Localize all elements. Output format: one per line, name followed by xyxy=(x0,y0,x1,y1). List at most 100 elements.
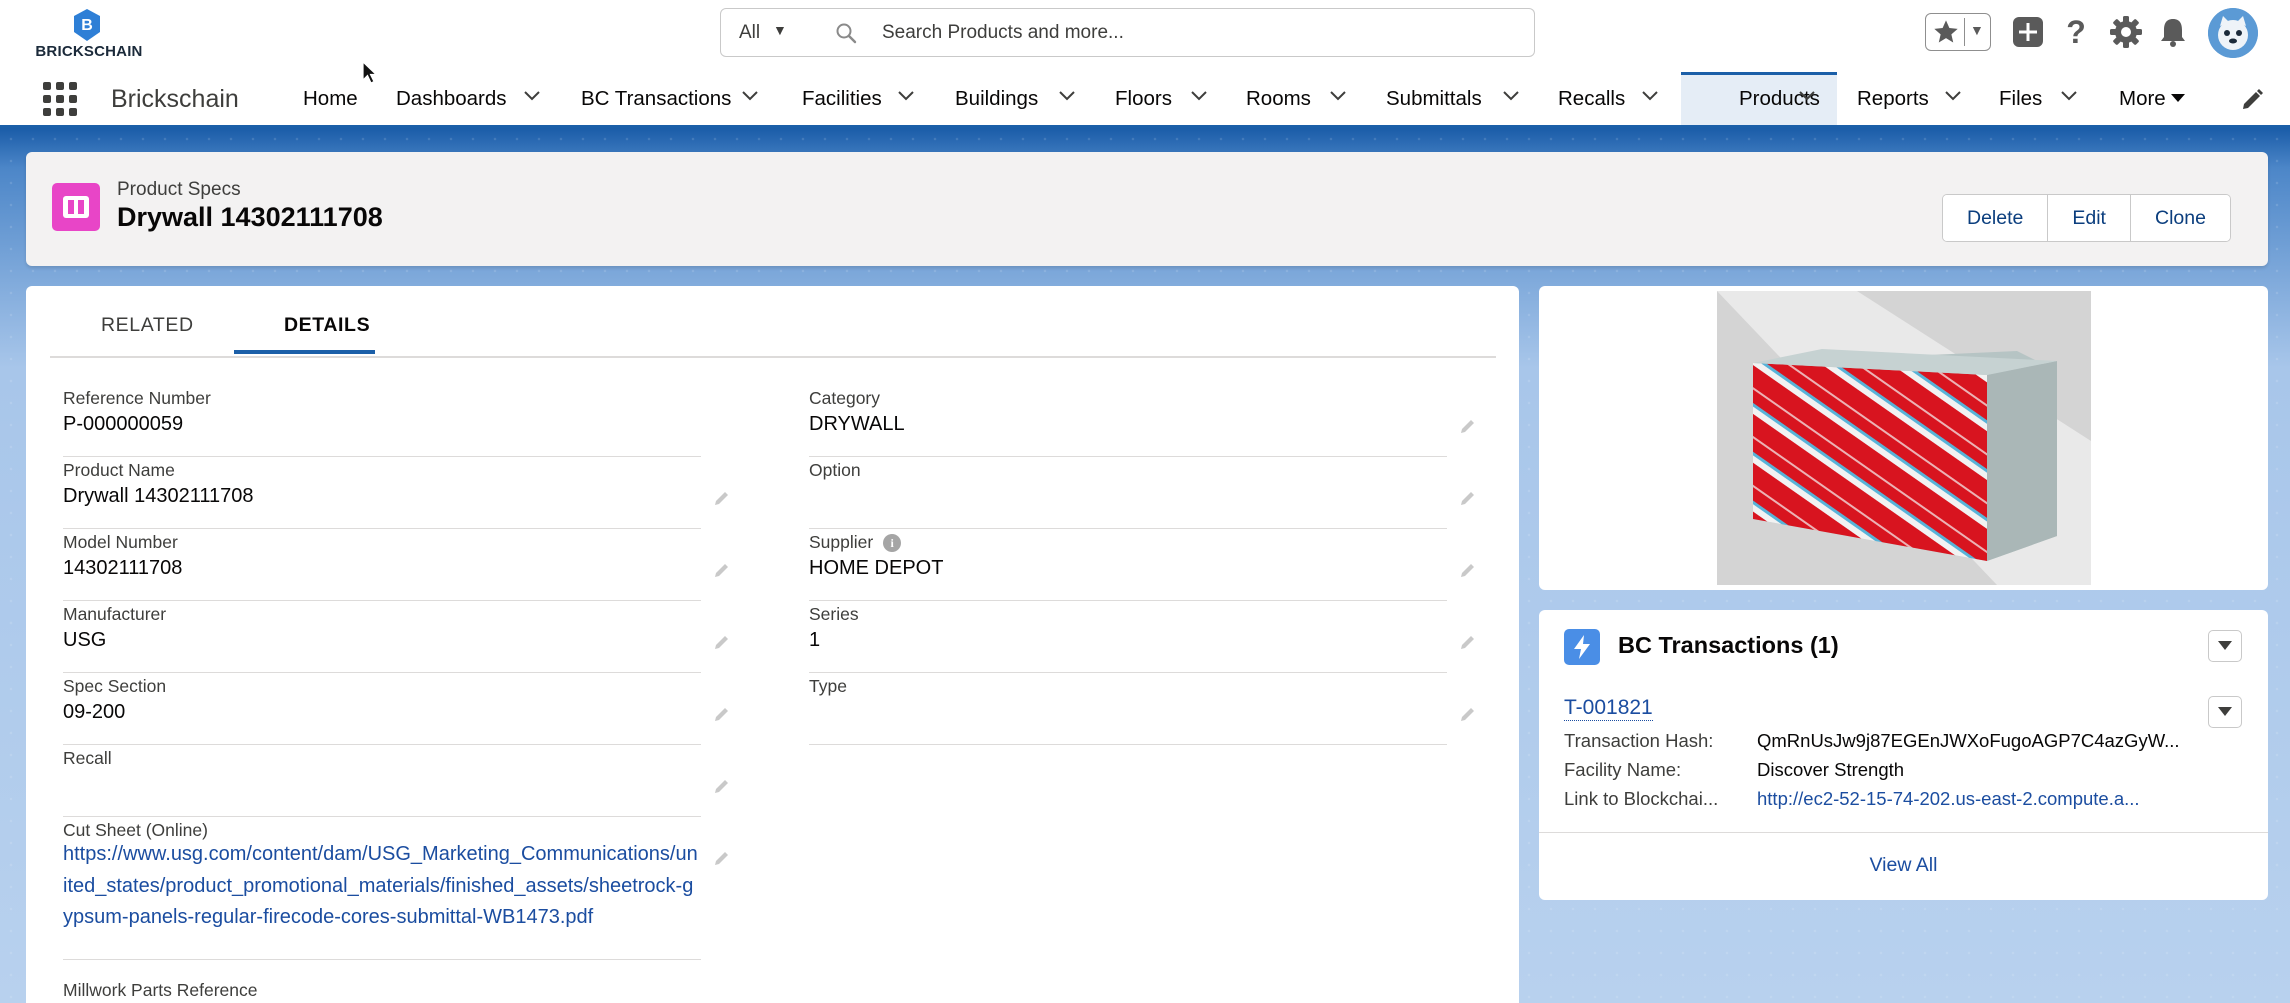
field-reference-number: Reference Number P-000000059 xyxy=(63,385,701,457)
nav-item-label: Rooms xyxy=(1246,87,1311,110)
field-label-millwork: Millwork Parts Reference xyxy=(63,980,258,1000)
nav-item-label: Submittals xyxy=(1386,87,1482,110)
logo-shield-icon: B xyxy=(74,9,100,41)
field-label: Product Name xyxy=(63,460,175,480)
nav-item-bc-transactions[interactable]: BC Transactions xyxy=(581,72,771,125)
search-scope-dropdown[interactable]: All ▼ xyxy=(720,8,805,57)
caret-down-icon[interactable]: ▼ xyxy=(1970,22,1984,38)
field-category: Category DRYWALL xyxy=(809,385,1474,457)
pencil-edit-icon[interactable] xyxy=(2240,88,2264,112)
gear-icon[interactable] xyxy=(2108,14,2144,50)
pencil-edit-icon[interactable] xyxy=(1459,489,1477,507)
field-value: 14302111708 xyxy=(63,557,183,579)
pencil-edit-icon[interactable] xyxy=(1459,633,1477,651)
tab-related[interactable]: RELATED xyxy=(101,314,194,337)
chevron-down-icon[interactable] xyxy=(1642,91,1658,101)
pencil-edit-icon[interactable] xyxy=(713,489,731,507)
field-label: Model Number xyxy=(63,532,178,552)
chevron-down-icon[interactable] xyxy=(2061,91,2077,101)
nav-item-floors[interactable]: Floors xyxy=(1115,72,1215,125)
field-value: Drywall 14302111708 xyxy=(63,485,254,507)
nav-item-label: Reports xyxy=(1857,87,1929,110)
global-search[interactable] xyxy=(804,8,1535,57)
chevron-down-icon[interactable] xyxy=(1191,91,1207,101)
pencil-edit-icon[interactable] xyxy=(713,633,731,651)
field-label: Recall xyxy=(63,748,112,768)
divider xyxy=(1964,18,1965,46)
caret-down-icon xyxy=(2218,707,2232,716)
clone-button[interactable]: Clone xyxy=(2130,195,2230,241)
nav-item-label: Home xyxy=(303,87,358,110)
search-icon xyxy=(836,23,857,44)
brickschain-logo[interactable]: B BRICKSCHAIN xyxy=(34,8,144,60)
field-option: Option xyxy=(809,457,1474,529)
pencil-edit-icon[interactable] xyxy=(1459,705,1477,723)
blockchain-link[interactable]: http://ec2-52-15-74-202.us-east-2.comput… xyxy=(1757,788,2227,810)
global-actions-icon[interactable] xyxy=(2010,14,2046,50)
help-icon[interactable]: ? xyxy=(2058,14,2094,50)
nav-item-recalls[interactable]: Recalls xyxy=(1558,72,1673,125)
nav-item-rooms[interactable]: Rooms xyxy=(1246,72,1356,125)
blockchain-link-row: Link to Blockchai... http://ec2-52-15-74… xyxy=(1564,788,2244,816)
pencil-edit-icon[interactable] xyxy=(713,849,731,867)
chevron-down-icon[interactable] xyxy=(1945,91,1961,101)
field-label: Spec Section xyxy=(63,676,167,696)
field-label-wrap: Supplier i xyxy=(809,532,902,553)
pencil-edit-icon[interactable] xyxy=(713,777,731,795)
field-label: Type xyxy=(809,676,847,696)
caret-down-icon[interactable] xyxy=(2171,94,2185,102)
field-value: 09-200 xyxy=(63,701,126,723)
nav-item-submittals[interactable]: Submittals xyxy=(1386,72,1526,125)
nav-item-more[interactable]: More xyxy=(2119,72,2209,125)
tab-details[interactable]: DETAILS xyxy=(284,314,370,337)
cut-sheet-link[interactable]: https://www.usg.com/content/dam/USG_Mark… xyxy=(63,839,701,934)
nav-item-facilities[interactable]: Facilities xyxy=(802,72,922,125)
chevron-down-icon[interactable] xyxy=(1799,91,1815,101)
chevron-down-icon[interactable] xyxy=(898,91,914,101)
object-type-label: Product Specs xyxy=(117,179,241,200)
delete-button[interactable]: Delete xyxy=(1943,195,2049,241)
info-icon[interactable]: i xyxy=(883,534,902,552)
product-spec-icon xyxy=(52,183,100,231)
logo-text: BRICKSCHAIN xyxy=(35,43,143,60)
chevron-down-icon[interactable] xyxy=(1330,91,1346,101)
record-header: Product Specs Drywall 14302111708 Delete… xyxy=(26,152,2268,266)
chevron-down-icon[interactable] xyxy=(1059,91,1075,101)
global-header: B BRICKSCHAIN All ▼ ▼ ? xyxy=(0,0,2290,72)
edit-button[interactable]: Edit xyxy=(2048,195,2131,241)
field-label: Series xyxy=(809,604,859,624)
nav-item-products[interactable]: Products xyxy=(1681,72,1837,125)
search-input[interactable] xyxy=(882,19,1502,47)
nav-item-label: Files xyxy=(1999,87,2043,110)
product-image-card xyxy=(1539,286,2268,590)
chevron-down-icon[interactable] xyxy=(1503,91,1519,101)
app-launcher-icon[interactable] xyxy=(43,82,77,116)
nav-item-reports[interactable]: Reports xyxy=(1857,72,1967,125)
svg-text:B: B xyxy=(81,17,93,34)
field-value: HOME DEPOT xyxy=(809,557,944,579)
field-type: Type xyxy=(809,673,1474,745)
field-value: P-000000059 xyxy=(63,413,184,435)
user-avatar[interactable] xyxy=(2208,8,2258,58)
nav-item-buildings[interactable]: Buildings xyxy=(955,72,1081,125)
chevron-down-icon[interactable] xyxy=(742,91,758,101)
chevron-down-icon[interactable] xyxy=(524,91,540,101)
notifications-bell-icon[interactable] xyxy=(2155,14,2191,50)
row-actions-button[interactable] xyxy=(2208,696,2242,728)
astro-avatar-icon xyxy=(2208,8,2258,58)
row-value: Discover Strength xyxy=(1757,759,1905,780)
nav-item-label: Floors xyxy=(1115,87,1172,110)
pencil-edit-icon[interactable] xyxy=(713,561,731,579)
transaction-record-link[interactable]: T-001821 xyxy=(1564,696,1653,721)
row-key: Link to Blockchai... xyxy=(1564,788,1719,809)
nav-item-dashboards[interactable]: Dashboards xyxy=(396,72,546,125)
favorites-button[interactable]: ▼ xyxy=(1925,13,1991,51)
view-all-link[interactable]: View All xyxy=(1539,854,2268,877)
facility-name-row: Facility Name: Discover Strength xyxy=(1564,759,2244,787)
related-list-menu-button[interactable] xyxy=(2208,630,2242,662)
pencil-edit-icon[interactable] xyxy=(1459,417,1477,435)
pencil-edit-icon[interactable] xyxy=(1459,561,1477,579)
pencil-edit-icon[interactable] xyxy=(713,705,731,723)
nav-item-files[interactable]: Files xyxy=(1999,72,2091,125)
related-list-title[interactable]: BC Transactions (1) xyxy=(1618,632,1839,659)
